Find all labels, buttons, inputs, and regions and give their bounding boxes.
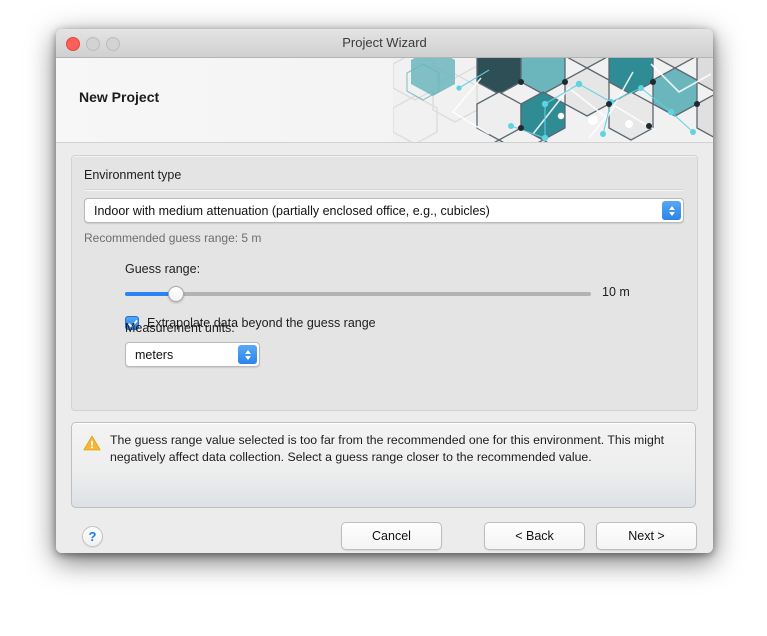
warning-message: The guess range value selected is too fa… [110, 433, 665, 464]
measurement-units-label: Measurement units: [125, 321, 235, 335]
help-button[interactable]: ? [82, 526, 103, 547]
environment-type-label: Environment type [84, 168, 182, 182]
environment-type-value: Indoor with medium attenuation (partiall… [94, 203, 490, 218]
window-title: Project Wizard [342, 35, 427, 50]
chevron-up-down-icon[interactable] [238, 345, 257, 364]
warning-panel: The guess range value selected is too fa… [71, 422, 696, 508]
slider-thumb[interactable] [168, 286, 185, 302]
cancel-button[interactable]: Cancel [341, 522, 442, 550]
hexagon-network-pattern-icon [393, 58, 713, 142]
group-divider [84, 189, 684, 190]
wizard-body: Environment type Indoor with medium atte… [56, 143, 713, 553]
guess-range-label: Guess range: [125, 262, 201, 276]
wizard-banner: New Project [56, 58, 713, 142]
window-titlebar: Project Wizard [56, 29, 713, 58]
project-wizard-window: Project Wizard New Project Environment t… [56, 29, 713, 553]
back-button[interactable]: < Back [484, 522, 585, 550]
environment-settings-panel: Environment type Indoor with medium atte… [71, 155, 698, 411]
recommended-range-text: Recommended guess range: 5 m [84, 231, 262, 245]
measurement-units-select[interactable]: meters [125, 342, 260, 367]
warning-triangle-icon [83, 435, 101, 451]
guess-range-slider[interactable] [125, 284, 591, 304]
chevron-up-down-icon[interactable] [662, 201, 681, 220]
slider-track[interactable] [125, 292, 591, 296]
environment-type-select[interactable]: Indoor with medium attenuation (partiall… [84, 198, 684, 223]
next-button[interactable]: Next > [596, 522, 697, 550]
measurement-units-value: meters [135, 347, 174, 362]
guess-range-value: 10 m [602, 285, 630, 299]
page-title: New Project [79, 89, 160, 105]
